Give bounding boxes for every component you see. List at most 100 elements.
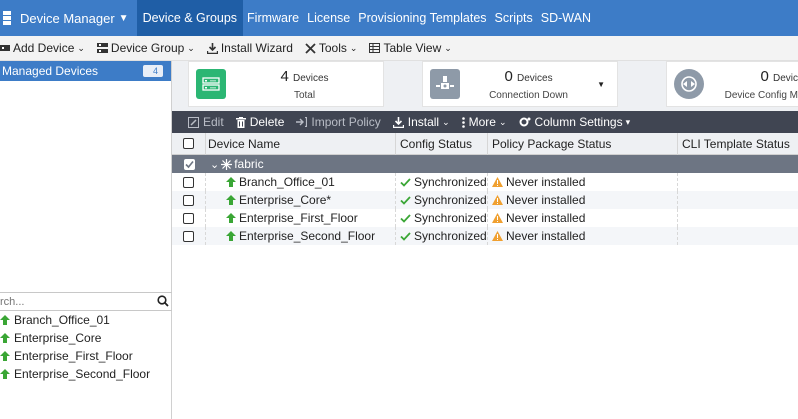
- checkbox-box: [183, 176, 194, 188]
- device-name: Enterprise_Core: [14, 331, 102, 345]
- caret-down-icon: ▾: [625, 116, 631, 127]
- card-count-value: 0: [760, 67, 769, 85]
- edit-button[interactable]: Edit: [188, 115, 224, 129]
- checkbox-box: [183, 194, 194, 206]
- tab-label: Device & Groups: [142, 11, 238, 25]
- card-device-config[interactable]: 0 Devic Device Config M: [666, 61, 798, 107]
- cli-status-cell: [678, 173, 798, 191]
- list-item[interactable]: Enterprise_Core: [0, 329, 172, 347]
- policy-status: Never installed: [506, 211, 586, 225]
- chevron-down-icon: ⌄: [187, 42, 195, 53]
- more-button[interactable]: More ⌄: [461, 115, 507, 129]
- device-group-button[interactable]: Device Group ⌄: [96, 41, 195, 55]
- tab-label: License: [307, 11, 351, 25]
- device-up-icon: [0, 333, 10, 343]
- tab-firmware[interactable]: Firmware: [243, 0, 303, 36]
- toolbar: Add Device ⌄ Device Group ⌄ Install Wiza…: [0, 36, 798, 61]
- header-label: Device Name: [208, 136, 281, 151]
- tab-provisioning-templates[interactable]: Provisioning Templates: [354, 0, 490, 36]
- device-up-icon: [226, 177, 236, 187]
- edit-icon: [188, 116, 199, 128]
- policy-status: Never installed: [506, 175, 586, 189]
- device-search: [0, 292, 172, 311]
- card-count-unit: Devices: [292, 72, 329, 84]
- check-icon: [400, 213, 411, 223]
- column-header-config-status[interactable]: Config Status: [396, 132, 488, 155]
- tab-label: Provisioning Templates: [358, 11, 487, 25]
- table-row[interactable]: Enterprise_Core* Synchronized Never inst…: [172, 191, 798, 209]
- table-view-button[interactable]: Table View ⌄: [369, 41, 452, 55]
- device-list: Branch_Office_01 Enterprise_Core Enterpr…: [0, 311, 172, 383]
- select-all-checkbox[interactable]: [172, 132, 206, 155]
- column-header-policy-package-status[interactable]: Policy Package Status: [488, 132, 678, 155]
- tab-sd-wan[interactable]: SD-WAN: [537, 0, 595, 36]
- tab-device-groups[interactable]: Device & Groups: [136, 0, 244, 36]
- list-item[interactable]: Enterprise_First_Floor: [0, 347, 172, 365]
- table-view-icon: [369, 43, 381, 53]
- chevron-down-icon: ⌄: [77, 42, 85, 53]
- group-row-fabric[interactable]: ⌄ fabric: [172, 155, 798, 173]
- device-name: Enterprise_First_Floor: [14, 349, 133, 363]
- tools-button[interactable]: Tools ⌄: [305, 41, 358, 55]
- device-name: Branch_Office_01: [239, 175, 335, 189]
- summary-cards: 4 Devices Total 0 Devices Connection Dow…: [172, 61, 798, 111]
- column-header-device-name[interactable]: Device Name: [206, 132, 396, 155]
- warning-icon: [492, 231, 503, 241]
- list-item[interactable]: Branch_Office_01: [0, 311, 172, 329]
- check-icon: [400, 195, 411, 205]
- table-row[interactable]: Branch_Office_01 Synchronized Never inst…: [172, 173, 798, 191]
- device-up-icon: [0, 351, 10, 361]
- row-checkbox[interactable]: [172, 227, 206, 245]
- list-item[interactable]: Enterprise_Second_Floor: [0, 365, 172, 383]
- row-checkbox[interactable]: [172, 191, 206, 209]
- card-label: Device Config M: [724, 89, 798, 101]
- group-name: fabric: [234, 157, 264, 171]
- chevron-down-icon[interactable]: ▼: [597, 80, 605, 89]
- device-search-input[interactable]: [0, 295, 150, 308]
- action-bar: Edit Delete Import Policy Install ⌄ More…: [172, 111, 798, 133]
- device-name-cell: Enterprise_Second_Floor: [206, 227, 396, 245]
- device-name-cell: Enterprise_First_Floor: [206, 209, 396, 227]
- device-name: Enterprise_Core*: [239, 193, 332, 207]
- chevron-down-icon: ⌄: [442, 116, 450, 127]
- row-checkbox[interactable]: [172, 209, 206, 227]
- cli-status-cell: [678, 209, 798, 227]
- config-status: Synchronized: [414, 229, 487, 243]
- row-checkbox[interactable]: [172, 173, 206, 191]
- device-table: Device Name Config Status Policy Package…: [172, 132, 798, 245]
- card-total-devices[interactable]: 4 Devices Total: [188, 61, 384, 107]
- delete-button[interactable]: Delete: [235, 115, 284, 129]
- column-settings-button[interactable]: Column Settings ▾: [519, 115, 631, 129]
- chevron-down-icon: ⌄: [349, 42, 358, 53]
- header-label: CLI Template Status: [682, 136, 790, 151]
- table-row[interactable]: Enterprise_Second_Floor Synchronized Nev…: [172, 227, 798, 245]
- tab-license[interactable]: License: [303, 0, 354, 36]
- device-up-icon: [226, 195, 236, 205]
- edit-label: Edit: [203, 115, 224, 129]
- policy-status: Never installed: [506, 193, 586, 207]
- column-header-cli-template-status[interactable]: CLI Template Status: [678, 133, 798, 155]
- card-connection-down[interactable]: 0 Devices Connection Down ▼: [422, 61, 618, 107]
- add-device-label: Add Device: [13, 41, 75, 55]
- table-row[interactable]: Enterprise_First_Floor Synchronized Neve…: [172, 209, 798, 227]
- install-button[interactable]: Install ⌄: [392, 115, 450, 129]
- device-name: Enterprise_First_Floor: [239, 211, 358, 225]
- group-checkbox[interactable]: [172, 155, 206, 173]
- add-device-button[interactable]: Add Device ⌄: [0, 41, 85, 55]
- app-grid-icon[interactable]: [0, 0, 12, 36]
- app-menu-device-manager[interactable]: Device Manager ▼: [12, 0, 137, 36]
- search-icon[interactable]: [157, 295, 169, 310]
- chevron-down-icon: ▼: [118, 12, 129, 24]
- card-text: 0 Devic Device Config M: [704, 68, 798, 101]
- header-label: Policy Package Status: [492, 136, 612, 151]
- install-wizard-button[interactable]: Install Wizard: [206, 41, 293, 55]
- config-status-cell: Synchronized: [396, 227, 488, 245]
- left-panel: Managed Devices 4 Branch_Office_01 Enter…: [0, 61, 172, 419]
- card-count-value: 0: [504, 67, 513, 85]
- import-policy-label: Import Policy: [311, 115, 381, 129]
- device-name: Enterprise_Second_Floor: [14, 367, 151, 381]
- import-policy-button[interactable]: Import Policy: [296, 115, 381, 129]
- managed-devices-item[interactable]: Managed Devices 4: [0, 61, 171, 81]
- tab-scripts[interactable]: Scripts: [491, 0, 537, 36]
- chevron-down-icon[interactable]: ⌄: [210, 158, 219, 171]
